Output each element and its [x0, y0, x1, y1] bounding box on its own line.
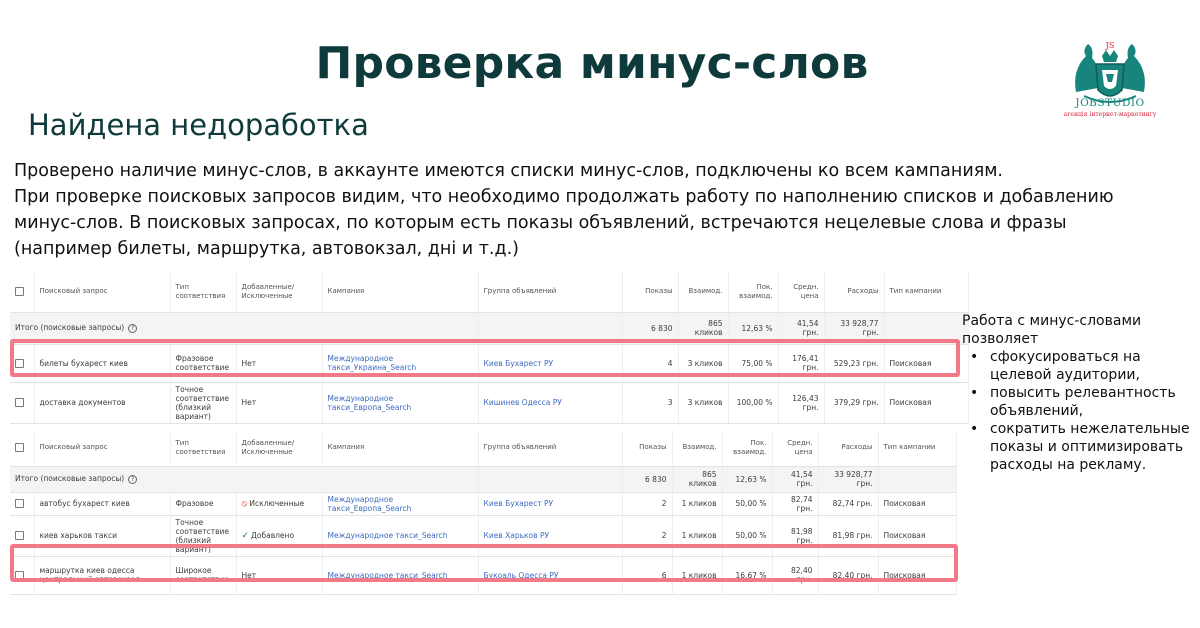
total-cost: 33 928,77 грн. — [818, 466, 879, 493]
col-cost[interactable]: Расходы — [818, 430, 879, 467]
col-added[interactable]: Добавленные/ Исключенные — [236, 272, 323, 313]
col-ad-group[interactable]: Группа объявлений — [478, 272, 623, 313]
check-icon: ✓ — [241, 530, 250, 541]
ban-icon: ⦸ — [241, 498, 248, 509]
cell-match: Точное соответствие (близкий вариант) — [170, 382, 237, 424]
cell-type: Поисковая — [878, 492, 957, 516]
col-avg-cost[interactable]: Средн. цена — [778, 272, 825, 313]
cell-interactions: 1 кликов — [672, 492, 723, 516]
highlight-box — [10, 544, 958, 582]
col-interactions[interactable]: Взаимод. — [678, 272, 729, 313]
col-rate[interactable]: Пок. взаимод. — [728, 272, 779, 313]
cell-query: доставка документов — [34, 382, 171, 424]
benefits-intro: Работа с минус-словами позволяет — [962, 313, 1142, 347]
col-campaign[interactable]: Кампания — [322, 430, 479, 467]
cell-query: автобус бухарест киев — [34, 492, 171, 516]
total-label: Итого (поисковые запросы) — [15, 474, 125, 484]
cell-group-link[interactable]: Киев Бухарест РУ — [478, 492, 623, 516]
intro-line: Проверено наличие минус-слов, в аккаунте… — [14, 161, 1003, 181]
cell-cost: 379,29 грн. — [824, 382, 885, 424]
list-item: сократить нежелательные показы и оптимиз… — [970, 420, 1194, 474]
total-rate: 12,63 % — [722, 466, 773, 493]
table-row[interactable]: доставка документов Точное соответствие … — [10, 382, 969, 424]
intro-text: Проверено наличие минус-слов, в аккаунте… — [14, 158, 1194, 262]
logo-tagline: агенція інтернет-маркетингу — [1063, 111, 1157, 118]
cell-interactions: 3 кликов — [678, 382, 729, 424]
col-shows[interactable]: Показы — [622, 272, 679, 313]
list-item: повысить релевантность объявлений, — [970, 384, 1194, 420]
select-all-checkbox[interactable] — [15, 287, 24, 296]
col-query[interactable]: Поисковый запрос — [34, 430, 171, 467]
col-avg-cost[interactable]: Средн. цена — [772, 430, 819, 467]
table-header-row: Поисковый запрос Тип соответствия Добавл… — [10, 430, 957, 467]
table-header-row: Поисковый запрос Тип соответствия Добавл… — [10, 272, 969, 313]
col-match-type[interactable]: Тип соответствия — [170, 272, 237, 313]
select-all-checkbox[interactable] — [15, 443, 24, 452]
logo-name: JOBSTUDIO — [1075, 97, 1145, 109]
col-query[interactable]: Поисковый запрос — [34, 272, 171, 313]
total-row: Итого (поисковые запросы)? 6 830 865 кли… — [10, 466, 957, 493]
total-interactions: 865 кликов — [672, 466, 723, 493]
cell-added: ⦸ Исключенные — [236, 492, 323, 516]
help-icon[interactable]: ? — [128, 474, 138, 484]
cell-campaign-link[interactable]: Международное такси_Европа_Search — [322, 382, 479, 424]
cell-rate: 50,00 % — [722, 492, 773, 516]
col-interactions[interactable]: Взаимод. — [672, 430, 723, 467]
slide-title: Проверка минус-слов — [315, 38, 869, 89]
total-label: Итого (поисковые запросы) — [15, 323, 125, 333]
cell-type: Поисковая — [884, 382, 969, 424]
row-checkbox[interactable] — [15, 531, 24, 541]
col-ad-group[interactable]: Группа объявлений — [478, 430, 623, 467]
benefits-list: сфокусироваться на целевой аудитории, по… — [970, 348, 1194, 474]
svg-text:JS: JS — [1105, 41, 1115, 50]
row-checkbox[interactable] — [15, 499, 24, 509]
cell-cost: 82,74 грн. — [818, 492, 879, 516]
intro-line: минус-слов. В поисковых запросах, по кот… — [14, 213, 1067, 233]
highlight-box — [10, 339, 960, 377]
col-match-type[interactable]: Тип соответствия — [170, 430, 237, 467]
col-campaign-type[interactable]: Тип кампании — [884, 272, 969, 313]
col-campaign-type[interactable]: Тип кампании — [878, 430, 957, 467]
col-cost[interactable]: Расходы — [824, 272, 885, 313]
col-rate[interactable]: Пок. взаимод. — [722, 430, 773, 467]
intro-line: При проверке поисковых запросов видим, ч… — [14, 187, 1114, 207]
intro-line: (например билеты, маршрутка, автовокзал,… — [14, 239, 519, 259]
list-item: сфокусироваться на целевой аудитории, — [970, 348, 1194, 384]
cell-group-link[interactable]: Кишинев Одесса РУ — [478, 382, 623, 424]
benefits-note: Работа с минус-словами позволяет сфокуси… — [962, 312, 1194, 474]
help-icon[interactable]: ? — [128, 323, 138, 333]
cell-shows: 2 — [622, 492, 673, 516]
cell-avg: 82,74 грн. — [772, 492, 819, 516]
slide-subtitle: Найдена недоработка — [28, 108, 369, 142]
cell-match: Фразовое — [170, 492, 237, 516]
cell-shows: 3 — [622, 382, 679, 424]
cell-added-text: Исключенные — [249, 498, 305, 508]
col-shows[interactable]: Показы — [622, 430, 673, 467]
cell-campaign-link[interactable]: Международное такси_Европа_Search — [322, 492, 479, 516]
col-added[interactable]: Добавленные/ Исключенные — [236, 430, 323, 467]
total-avg: 41,54 грн. — [772, 466, 819, 493]
total-shows: 6 830 — [622, 466, 673, 493]
table-row[interactable]: автобус бухарест киев Фразовое ⦸ Исключен… — [10, 492, 957, 516]
col-campaign[interactable]: Кампания — [322, 272, 479, 313]
row-checkbox[interactable] — [15, 398, 24, 408]
cell-rate: 100,00 % — [728, 382, 779, 424]
cell-avg: 126,43 грн. — [778, 382, 825, 424]
cell-added-text: Добавлено — [251, 530, 295, 540]
cell-added: Нет — [236, 382, 323, 424]
